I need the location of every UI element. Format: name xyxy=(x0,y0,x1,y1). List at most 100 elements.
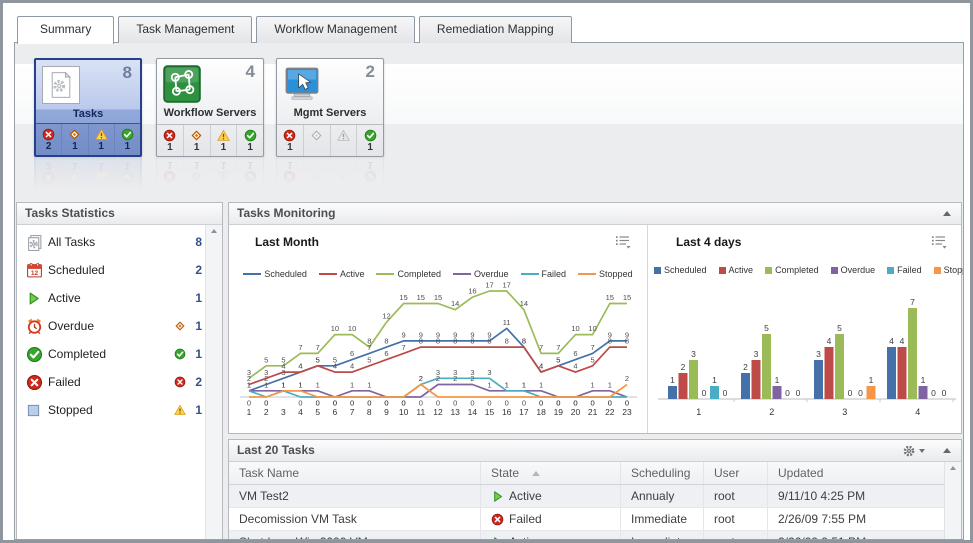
card-count: 4 xyxy=(246,62,255,82)
svg-text:23: 23 xyxy=(622,407,632,417)
chart-options-icon[interactable] xyxy=(931,235,947,249)
ok-icon xyxy=(244,129,257,142)
table-row[interactable]: Shutdown Win 2000 VM Active Immediate ro… xyxy=(229,531,945,540)
collapse-panel-icon[interactable] xyxy=(943,211,951,216)
svg-text:4: 4 xyxy=(539,362,543,371)
status-cell: 1 xyxy=(157,125,184,156)
svg-text:1: 1 xyxy=(281,380,285,389)
status-cell: 1 xyxy=(115,124,140,155)
card-status-row: 1111 xyxy=(157,124,263,156)
svg-text:4: 4 xyxy=(915,407,920,417)
table-settings-control[interactable] xyxy=(902,444,925,458)
stat-item-stopped[interactable]: Stopped 1 xyxy=(17,396,206,424)
tab-summary[interactable]: Summary xyxy=(17,16,114,44)
table-row[interactable]: Decomission VM Task Failed Immediate roo… xyxy=(229,508,945,531)
column-header-updated[interactable]: Updated xyxy=(768,462,945,484)
chevron-down-icon[interactable] xyxy=(919,449,925,453)
stat-item-overdue[interactable]: Overdue 1 xyxy=(17,312,206,340)
gear-icon[interactable] xyxy=(902,444,916,458)
tab-task-management[interactable]: Task Management xyxy=(118,16,252,43)
play-icon xyxy=(26,291,41,306)
svg-text:0: 0 xyxy=(723,388,728,398)
svg-text:12: 12 xyxy=(433,407,443,417)
svg-text:0: 0 xyxy=(858,388,863,398)
svg-text:4: 4 xyxy=(827,336,832,346)
stat-item-completed[interactable]: Completed 1 xyxy=(17,340,206,368)
stat-item-active[interactable]: Active 1 xyxy=(17,284,206,312)
summary-cards-area: 8 Tasks 2111 8 Tasks 2111 4 Workflow Ser… xyxy=(15,43,963,195)
app-window: SummaryTask ManagementWorkflow Managemen… xyxy=(0,0,973,543)
svg-text:2: 2 xyxy=(681,362,686,372)
svg-text:8: 8 xyxy=(608,337,612,346)
svg-text:7: 7 xyxy=(910,297,915,307)
svg-text:13: 13 xyxy=(450,407,460,417)
scroll-up-arrow[interactable] xyxy=(211,229,217,233)
column-header-task-name[interactable]: Task Name xyxy=(229,462,481,484)
stat-item-all-tasks[interactable]: All Tasks 8 xyxy=(17,228,206,256)
x-circle-icon xyxy=(491,513,504,526)
svg-text:5: 5 xyxy=(367,355,371,364)
failed-icon xyxy=(163,129,176,142)
state-cell: Active xyxy=(481,485,621,507)
column-header-scheduling[interactable]: Scheduling xyxy=(621,462,704,484)
column-header-state[interactable]: State xyxy=(481,462,621,484)
stat-item-scheduled[interactable]: 12 Scheduled 2 xyxy=(17,256,206,284)
svg-text:4: 4 xyxy=(298,362,302,371)
svg-text:4: 4 xyxy=(900,336,905,346)
ok-icon xyxy=(174,348,186,360)
svg-text:19: 19 xyxy=(554,407,564,417)
svg-text:10: 10 xyxy=(331,324,339,333)
tab-remediation-mapping[interactable]: Remediation Mapping xyxy=(419,16,572,43)
column-header-user[interactable]: User xyxy=(704,462,768,484)
summary-card-mgmt-servers[interactable]: 2 Mgmt Servers 11 xyxy=(276,58,384,157)
svg-text:1: 1 xyxy=(775,375,780,385)
check-circle-icon xyxy=(26,346,43,363)
svg-text:17: 17 xyxy=(503,281,511,290)
card-count: 2 xyxy=(366,62,375,82)
stat-item-failed[interactable]: Failed 2 xyxy=(17,368,206,396)
svg-text:3: 3 xyxy=(281,407,286,417)
card-status-row: 2111 xyxy=(36,123,140,155)
svg-text:4: 4 xyxy=(573,362,577,371)
svg-text:3: 3 xyxy=(436,368,440,377)
svg-text:6: 6 xyxy=(573,349,577,358)
svg-text:1: 1 xyxy=(539,380,543,389)
svg-text:8: 8 xyxy=(453,337,457,346)
collapse-panel-icon[interactable] xyxy=(943,448,951,453)
last-20-tasks-title: Last 20 Tasks xyxy=(237,443,315,457)
status-cell xyxy=(304,125,331,156)
calendar-icon: 12 xyxy=(26,262,43,279)
svg-text:0: 0 xyxy=(931,388,936,398)
tab-workflow-management[interactable]: Workflow Management xyxy=(256,16,415,43)
svg-text:10: 10 xyxy=(588,324,596,333)
last-month-chart-title: Last Month xyxy=(255,235,319,249)
svg-text:9: 9 xyxy=(384,407,389,417)
svg-text:3: 3 xyxy=(453,368,457,377)
bar-chart-legend: ScheduledActiveCompletedOverdueFailedSto… xyxy=(648,265,961,276)
svg-text:1: 1 xyxy=(712,375,717,385)
legend-item: Overdue xyxy=(453,269,509,279)
play-icon xyxy=(491,536,504,541)
svg-text:5: 5 xyxy=(281,355,285,364)
chart-options-icon[interactable] xyxy=(615,235,631,249)
last-20-tasks-header: Last 20 Tasks xyxy=(229,440,961,462)
last-20-tasks-panel: Last 20 Tasks Task NameStateSchedulingUs… xyxy=(228,439,962,540)
summary-card-workflow-servers[interactable]: 4 Workflow Servers 1111 xyxy=(156,58,264,157)
overdue-icon-disabled xyxy=(310,129,323,142)
warning-icon xyxy=(174,404,186,416)
svg-text:1: 1 xyxy=(921,375,926,385)
svg-text:16: 16 xyxy=(502,407,512,417)
svg-text:8: 8 xyxy=(470,337,474,346)
failed-icon xyxy=(174,376,186,388)
svg-text:11: 11 xyxy=(503,318,511,327)
svg-text:10: 10 xyxy=(571,324,579,333)
table-row[interactable]: VM Test2 Active Annualy root 9/11/10 4:2… xyxy=(229,485,945,508)
svg-text:6: 6 xyxy=(333,407,338,417)
summary-card-tasks[interactable]: 8 Tasks 2111 xyxy=(34,58,142,157)
svg-text:20: 20 xyxy=(571,407,581,417)
scrollbar[interactable] xyxy=(205,225,222,539)
svg-text:1: 1 xyxy=(367,380,371,389)
scroll-up-arrow[interactable] xyxy=(950,466,956,470)
svg-text:3: 3 xyxy=(691,349,696,359)
scrollbar[interactable] xyxy=(944,462,961,540)
